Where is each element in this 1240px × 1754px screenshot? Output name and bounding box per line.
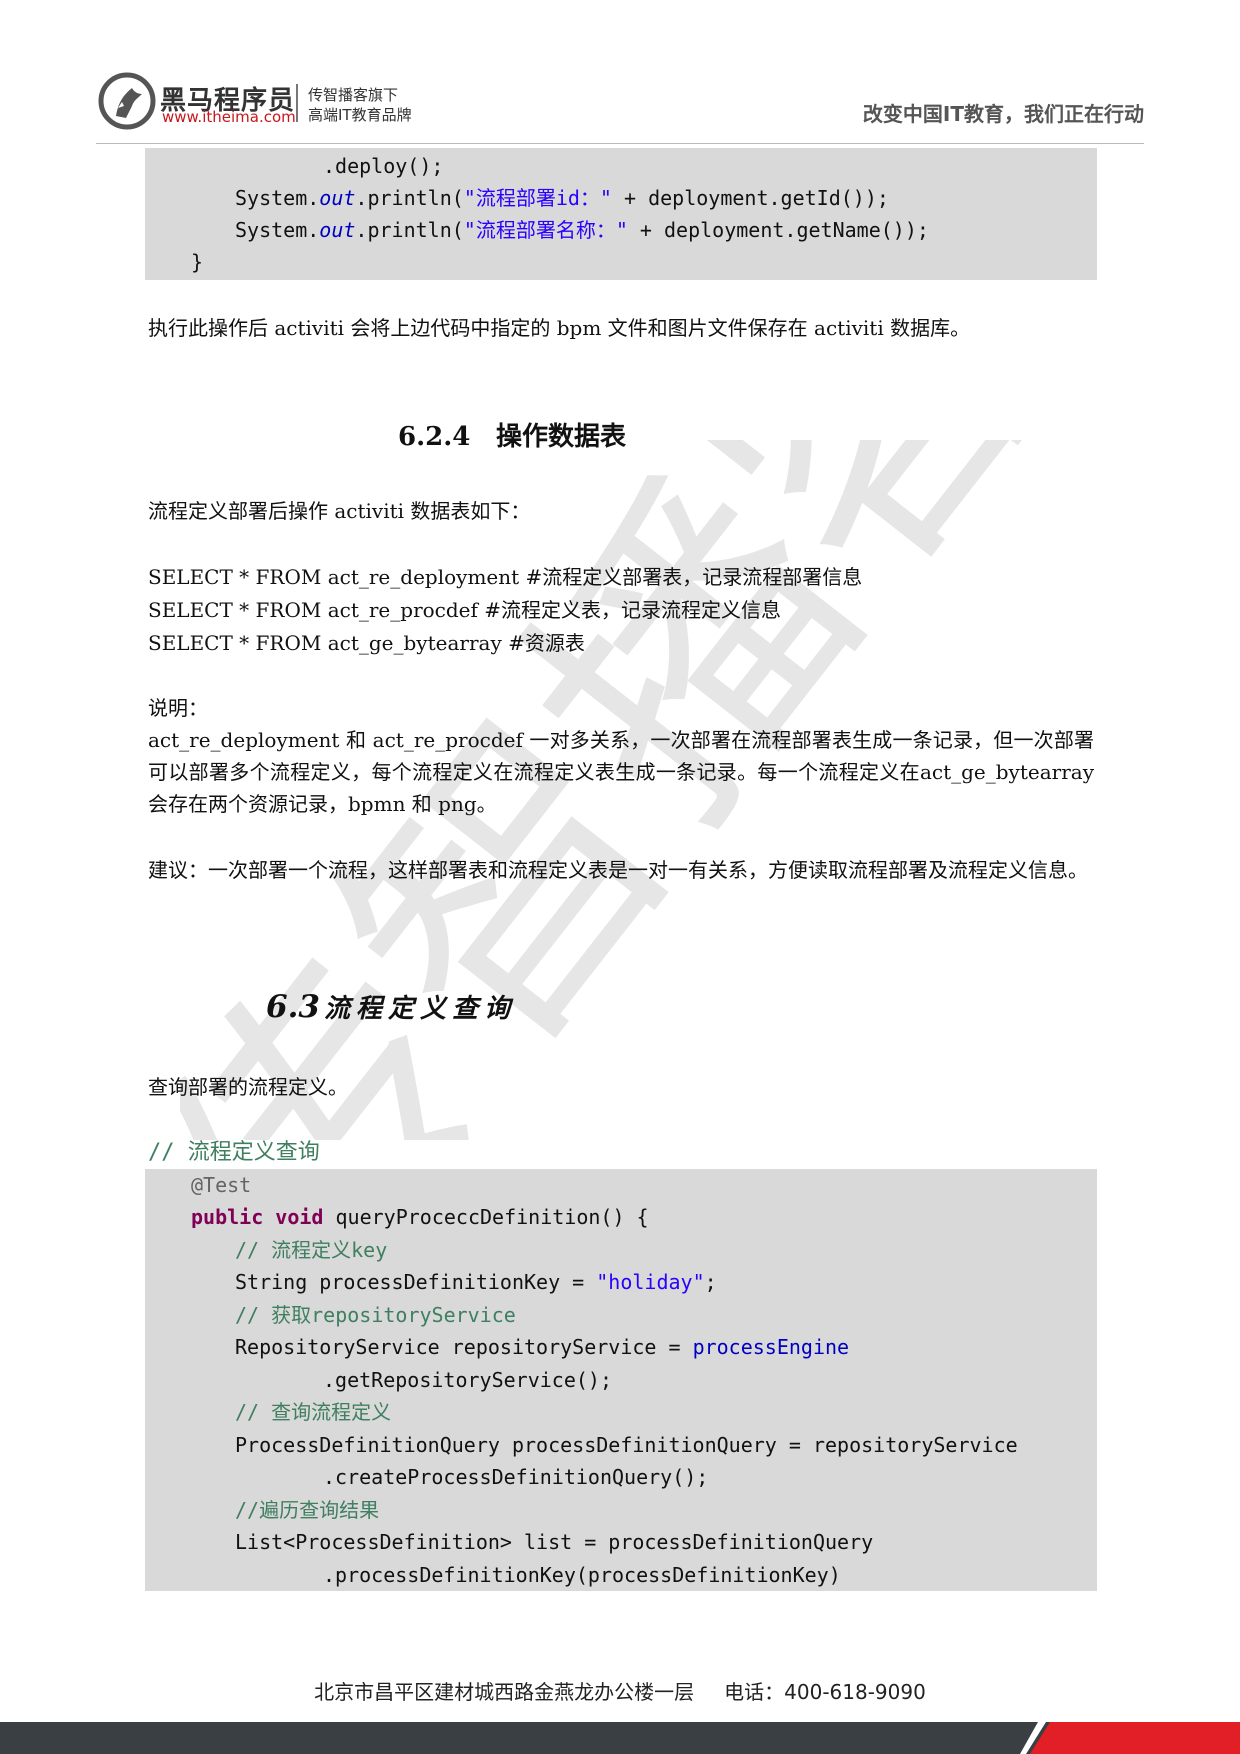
- code-line: System.out.println("流程部署名称：" + deploymen…: [235, 218, 929, 242]
- section-heading-6-2-4: 6.2.4 操作数据表: [398, 416, 626, 453]
- footer-address: 北京市昌平区建材城西路金燕龙办公楼一层: [314, 1680, 695, 1704]
- sql-line: SELECT * FROM act_re_deployment #流程定义部署表…: [148, 565, 863, 589]
- code-line: List<ProcessDefinition> list = processDe…: [235, 1530, 874, 1554]
- brand-subtitle-2: 高端IT教育品牌: [308, 106, 412, 124]
- paragraph-after-deploy: 执行此操作后 activiti 会将上边代码中指定的 bpm 文件和图片文件保存…: [148, 316, 971, 340]
- code-line: RepositoryService repositoryService = pr…: [235, 1335, 850, 1359]
- note-label: 说明：: [148, 696, 208, 720]
- paragraph-query-intro: 查询部署的流程定义。: [148, 1075, 348, 1099]
- brand-url: www.itheima.com: [162, 108, 296, 126]
- section-number: 6.2.4: [398, 422, 471, 452]
- footer-accent-stripe: [1020, 1722, 1240, 1754]
- code-line: // 获取repositoryService: [235, 1303, 516, 1327]
- code-line: //遍历查询结果: [235, 1498, 380, 1522]
- section-heading-6-3: 6.3 流程定义查询: [266, 988, 516, 1025]
- header-divider: [96, 143, 1144, 144]
- code-line: .processDefinitionKey(processDefinitionK…: [323, 1563, 841, 1587]
- paragraph-tables-intro: 流程定义部署后操作 activiti 数据表如下：: [148, 499, 531, 523]
- code-line: public void queryProceccDefinition() {: [191, 1205, 649, 1229]
- page-footer: 北京市昌平区建材城西路金燕龙办公楼一层 电话：400-618-9090: [0, 1676, 1240, 1705]
- code-line: .deploy();: [323, 154, 444, 178]
- code-line: System.out.println("流程部署id：" + deploymen…: [235, 186, 889, 210]
- brand-subtitle-1: 传智播客旗下: [308, 86, 399, 104]
- code-line: String processDefinitionKey = "holiday";: [235, 1270, 717, 1294]
- code-line: .createProcessDefinitionQuery();: [323, 1465, 709, 1489]
- code-comment-heading: // 流程定义查询: [148, 1140, 320, 1165]
- code-line: .getRepositoryService();: [323, 1368, 612, 1392]
- footer-phone: 电话：400-618-9090: [724, 1680, 926, 1704]
- code-line: // 流程定义key: [235, 1238, 388, 1262]
- section-title: 操作数据表: [496, 422, 627, 452]
- code-block-deploy: .deploy(); System.out.println("流程部署id：" …: [145, 148, 1097, 280]
- code-line: // 查询流程定义: [235, 1400, 392, 1424]
- header-slogan: 改变中国IT教育，我们正在行动: [862, 102, 1144, 126]
- note-body: act_re_deployment 和 act_re_procdef 一对多关系…: [148, 728, 1094, 816]
- code-block-query: @Test public void queryProceccDefinition…: [145, 1169, 1097, 1591]
- page-header: 黑马程序员 www.itheima.com 传智播客旗下 高端IT教育品牌 改变…: [0, 0, 1240, 146]
- horse-logo-icon: [98, 72, 156, 130]
- section-title: 流程定义查询: [323, 994, 516, 1024]
- code-line: ProcessDefinitionQuery processDefinition…: [235, 1433, 1018, 1457]
- code-line: @Test: [191, 1173, 252, 1197]
- sql-line: SELECT * FROM act_ge_bytearray #资源表: [148, 631, 585, 655]
- section-number: 6.3: [266, 989, 320, 1025]
- code-line: }: [191, 250, 204, 274]
- brand-separator: [296, 84, 298, 122]
- advice-paragraph: 建议：一次部署一个流程，这样部署表和流程定义表是一对一有关系，方便读取流程部署及…: [148, 858, 1088, 882]
- sql-line: SELECT * FROM act_re_procdef #流程定义表，记录流程…: [148, 598, 782, 622]
